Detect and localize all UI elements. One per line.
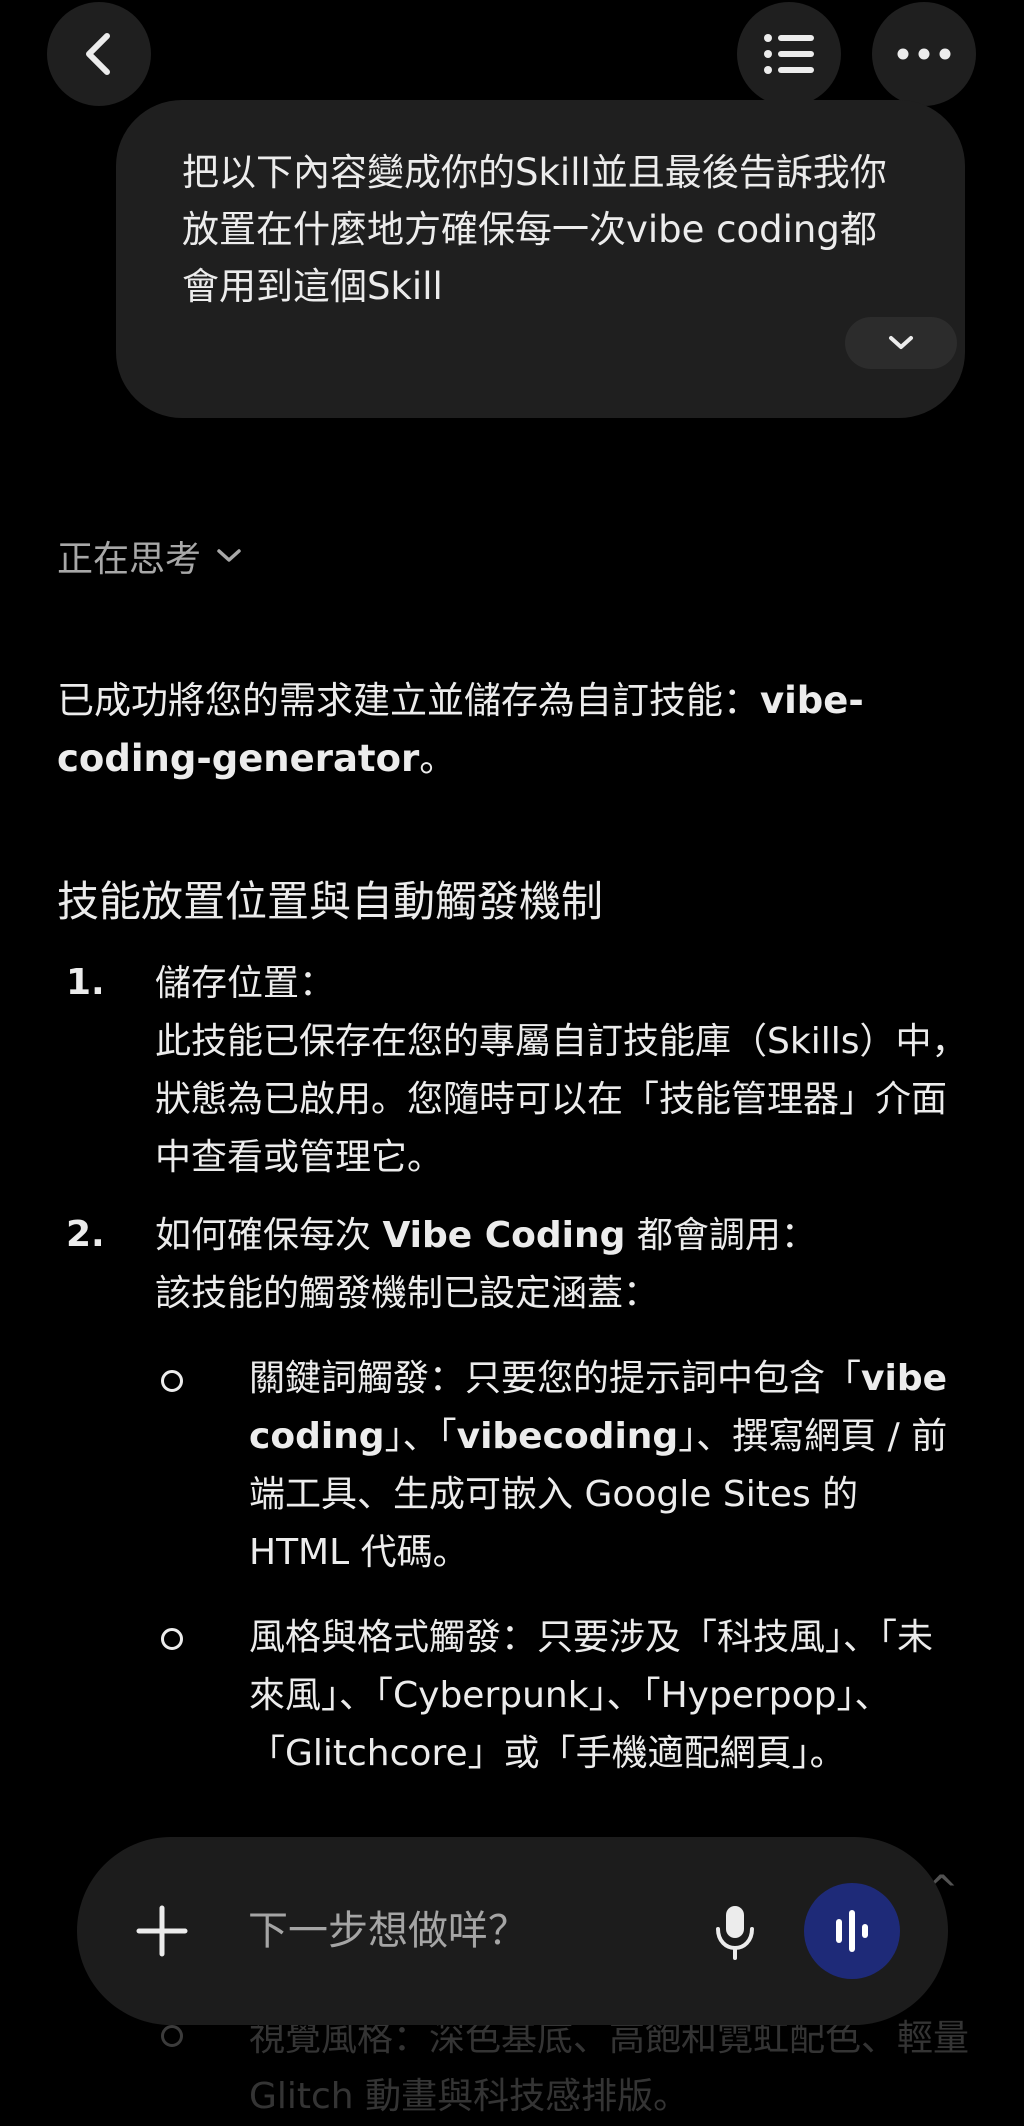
user-message-bubble: 把以下內容變成你的Skill並且最後告訴我你放置在什麼地方確保每一次vibe c… — [116, 100, 965, 418]
list-button[interactable] — [737, 2, 841, 106]
list-item-2-heading-bold: Vibe Coding — [382, 1215, 626, 1256]
list-item-1: 儲存位置： 此技能已保存在您的專屬自訂技能庫（Skills）中，狀態為已啟用。您… — [155, 955, 975, 1187]
more-horizontal-icon — [897, 48, 951, 60]
list-item-2-heading: 如何確保每次 Vibe Coding 都會調用： — [155, 1207, 975, 1265]
add-attachment-button[interactable] — [128, 1897, 196, 1965]
bullet-2-label: 風格與格式觸發： — [249, 1617, 538, 1658]
list-number-2: 2. — [66, 1214, 105, 1255]
response-intro-prefix: 已成功將您的需求建立並儲存為自訂技能： — [57, 679, 760, 722]
voice-mode-button[interactable] — [804, 1883, 900, 1979]
list-item-1-heading: 儲存位置： — [155, 963, 336, 1004]
list-icon — [764, 34, 814, 74]
list-item-2-heading-prefix: 如何確保每次 — [155, 1215, 383, 1256]
mic-icon — [716, 1906, 754, 1960]
voice-wave-icon — [836, 1910, 868, 1952]
bullet-marker — [161, 1628, 183, 1650]
bullet-keyword-trigger: 關鍵詞觸發：只要您的提示詞中包含「vibe coding」、「vibecodin… — [249, 1350, 969, 1582]
chevron-down-icon — [889, 336, 913, 349]
section-title: 技能放置位置與自動觸發機制 — [57, 877, 604, 926]
response-intro: 已成功將您的需求建立並儲存為自訂技能：vibe-coding-generator… — [57, 672, 957, 788]
list-item-2-body: 該技能的觸發機制已設定涵蓋： — [155, 1273, 660, 1314]
list-item-2-heading-suffix: 都會調用： — [625, 1215, 817, 1256]
expand-message-button[interactable] — [845, 317, 957, 369]
list-item-1-body: 此技能已保存在您的專屬自訂技能庫（Skills）中，狀態為已啟用。您隨時可以在「… — [155, 1021, 968, 1178]
partial-bullet-visual-style: 視覺風格：深色基底、高飽和霓虹配色、輕量 Glitch 動畫與科技感排版。 — [249, 2018, 970, 2117]
more-options-button[interactable] — [872, 2, 976, 106]
response-intro-suffix: 。 — [419, 737, 457, 780]
bullet-marker — [161, 1370, 183, 1392]
thinking-toggle[interactable]: 正在思考 — [57, 530, 243, 582]
bullet-style-trigger: 風格與格式觸發：只要涉及「科技風」、「未來風」、「Cyberpunk」、「Hyp… — [249, 1609, 969, 1783]
bullet-1-mid: 」、「 — [384, 1416, 457, 1457]
thinking-label: 正在思考 — [57, 539, 202, 580]
chevron-left-icon — [86, 33, 110, 75]
bullet-marker — [161, 2025, 183, 2047]
keyword-vibecoding: vibecoding — [456, 1416, 679, 1457]
user-message-text: 把以下內容變成你的Skill並且最後告訴我你放置在什麼地方確保每一次vibe c… — [182, 151, 887, 308]
list-item-2: 如何確保每次 Vibe Coding 都會調用： 該技能的觸發機制已設定涵蓋： — [155, 1207, 975, 1323]
bullet-1-label: 關鍵詞觸發： — [249, 1358, 466, 1399]
microphone-button[interactable] — [705, 1902, 765, 1962]
back-button[interactable] — [47, 2, 151, 106]
list-number-1: 1. — [66, 962, 105, 1003]
chevron-down-icon — [217, 549, 241, 562]
message-input[interactable] — [248, 1900, 668, 1962]
bullet-1-pre: 只要您的提示詞中包含「 — [465, 1358, 862, 1399]
plus-icon — [136, 1905, 188, 1957]
